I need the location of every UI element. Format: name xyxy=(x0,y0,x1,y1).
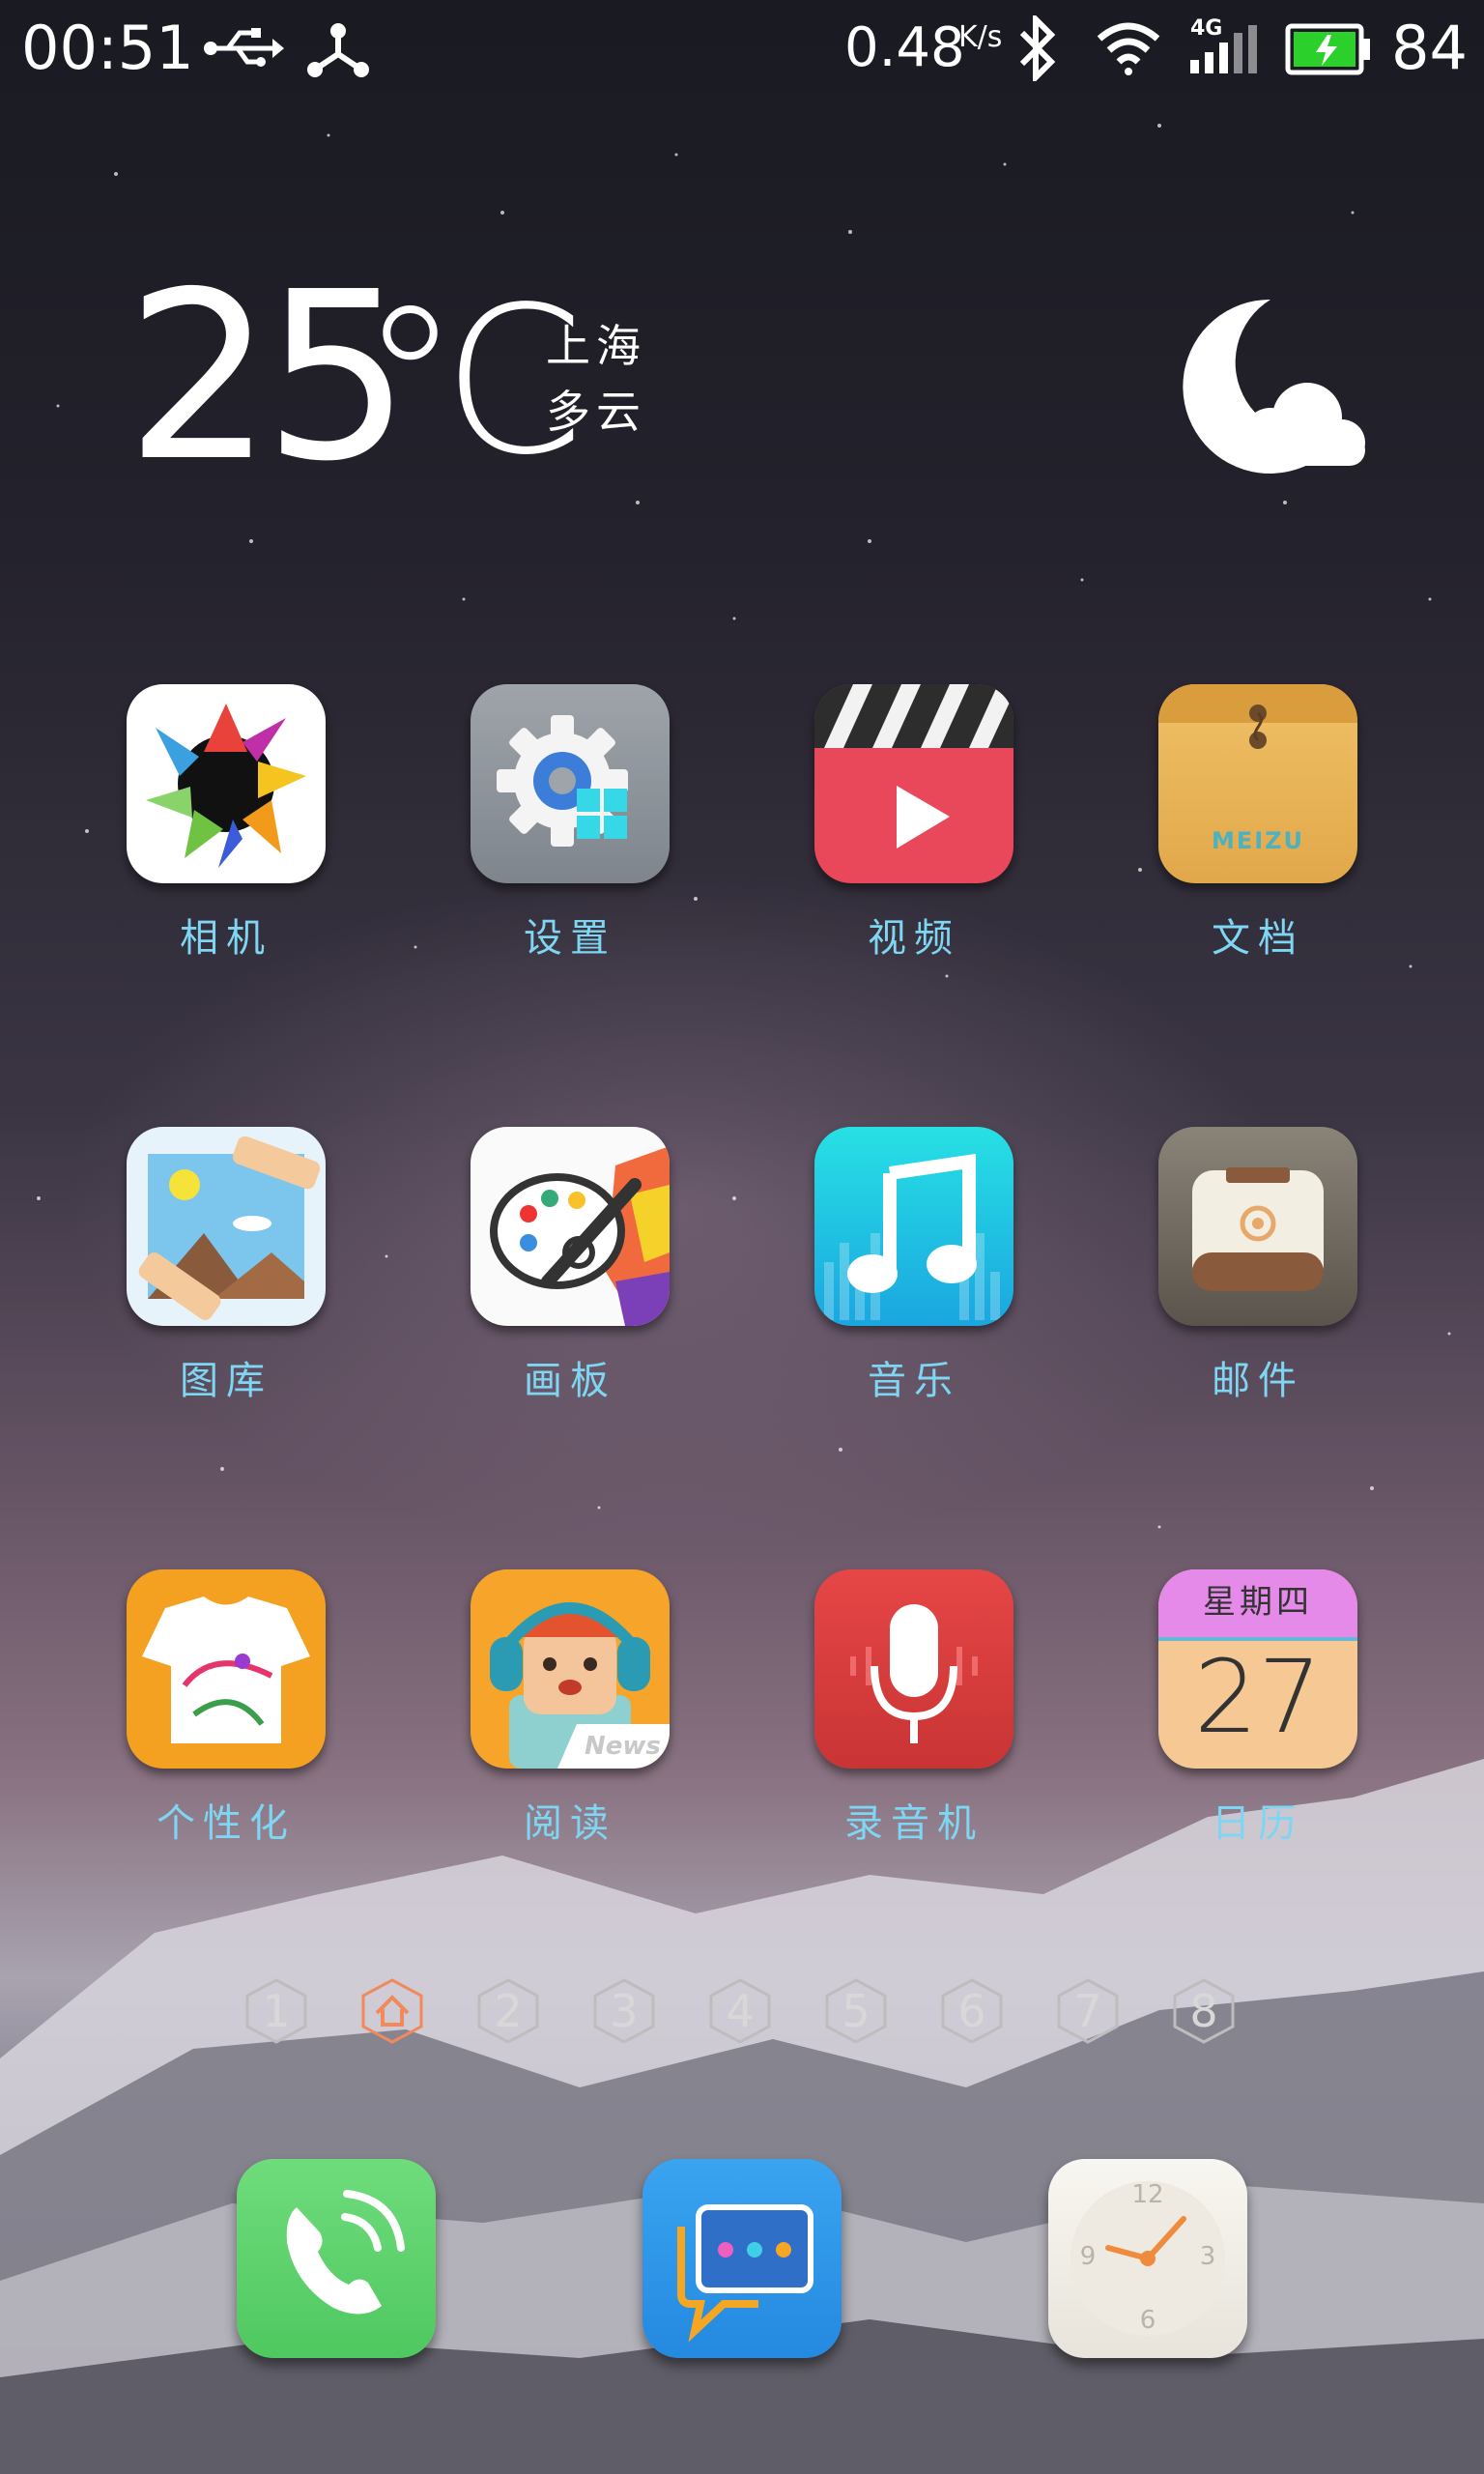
temperature-unit: ℃ xyxy=(359,263,587,500)
battery-charging-icon xyxy=(1285,23,1370,75)
page-dot-5[interactable]: 5 xyxy=(821,1976,891,2046)
dock-phone[interactable] xyxy=(237,2159,436,2358)
clock-num-6: 6 xyxy=(1139,2306,1156,2335)
page-indicator: 1 2 3 4 5 6 7 8 xyxy=(242,1976,1256,2046)
app-video[interactable]: 视频 xyxy=(707,684,1051,1003)
calendar-weekday: 星期四 xyxy=(1203,1583,1313,1622)
app-label: 邮件 xyxy=(1212,1359,1304,1403)
clock-time: 00:51 xyxy=(21,13,194,83)
theme-icon xyxy=(127,1569,326,1769)
messages-icon xyxy=(677,2204,813,2343)
music-icon xyxy=(814,1127,1013,1326)
camera-icon xyxy=(127,684,326,883)
dock-messages[interactable] xyxy=(642,2159,842,2358)
app-settings[interactable]: 设置 xyxy=(363,684,707,1003)
page-dot-8[interactable]: 8 xyxy=(1169,1976,1239,2046)
reader-icon: News xyxy=(471,1569,670,1769)
net-speed: 0.48 xyxy=(844,16,965,79)
calendar-day: 27 xyxy=(1193,1638,1323,1756)
mail-icon xyxy=(1158,1127,1357,1326)
home-screen: 00:51 0.48 K/s 4G 84 25 ℃ 上海 多云 相机 设置 视频… xyxy=(0,0,1484,2474)
video-icon xyxy=(814,684,1013,883)
gallery-icon xyxy=(127,1127,326,1326)
app-label: 日历 xyxy=(1212,1801,1304,1846)
app-gallery[interactable]: 图库 xyxy=(19,1127,363,1446)
phone-icon xyxy=(286,2190,405,2315)
battery-percent: 84 xyxy=(1391,13,1468,83)
bluetooth-icon xyxy=(1019,15,1056,81)
page-dot-6[interactable]: 6 xyxy=(937,1976,1007,2046)
settings-icon xyxy=(471,684,670,883)
app-paint[interactable]: 画板 xyxy=(363,1127,707,1446)
paint-icon xyxy=(471,1127,670,1326)
app-theme[interactable]: 个性化 xyxy=(19,1569,363,1888)
reader-badge: News xyxy=(585,1732,661,1761)
page-dot-home[interactable] xyxy=(357,1976,427,2046)
app-recorder[interactable]: 录音机 xyxy=(707,1569,1051,1888)
usb-icon xyxy=(204,28,284,67)
weather-city: 上海 xyxy=(546,320,646,372)
app-camera[interactable]: 相机 xyxy=(19,684,363,1003)
status-bar: 00:51 0.48 K/s 4G 84 xyxy=(0,0,1484,97)
documents-brand: MEIZU xyxy=(1211,827,1305,854)
app-reader[interactable]: News 阅读 xyxy=(363,1569,707,1888)
page-dot-4[interactable]: 4 xyxy=(705,1976,775,2046)
page-dot-1[interactable]: 1 xyxy=(242,1976,311,2046)
page-dot-7[interactable]: 7 xyxy=(1053,1976,1123,2046)
moon-cloud-icon xyxy=(1183,299,1365,474)
app-music[interactable]: 音乐 xyxy=(707,1127,1051,1446)
wifi-icon xyxy=(1097,22,1160,75)
share-icon xyxy=(307,23,369,77)
app-mail[interactable]: 邮件 xyxy=(1051,1127,1395,1446)
dock-clock[interactable]: 12 3 6 9 xyxy=(1048,2159,1247,2358)
clock-num-3: 3 xyxy=(1199,2242,1216,2271)
documents-icon: MEIZU xyxy=(1158,684,1357,883)
recorder-icon xyxy=(814,1569,1013,1769)
app-calendar[interactable]: 星期四 27 日历 xyxy=(1051,1569,1395,1888)
clock-num-9: 9 xyxy=(1079,2242,1097,2271)
clock-num-12: 12 xyxy=(1131,2180,1164,2209)
weather-condition: 多云 xyxy=(546,386,646,438)
page-dot-2[interactable]: 2 xyxy=(473,1976,543,2046)
net-speed-unit: K/s xyxy=(958,20,1003,54)
calendar-icon: 星期四 27 xyxy=(1158,1569,1357,1769)
app-documents[interactable]: MEIZU 文档 xyxy=(1051,684,1395,1003)
page-dot-3[interactable]: 3 xyxy=(589,1976,659,2046)
app-label: 文档 xyxy=(1212,916,1304,961)
signal-icon xyxy=(1190,25,1257,73)
home-icon xyxy=(375,1995,410,2027)
